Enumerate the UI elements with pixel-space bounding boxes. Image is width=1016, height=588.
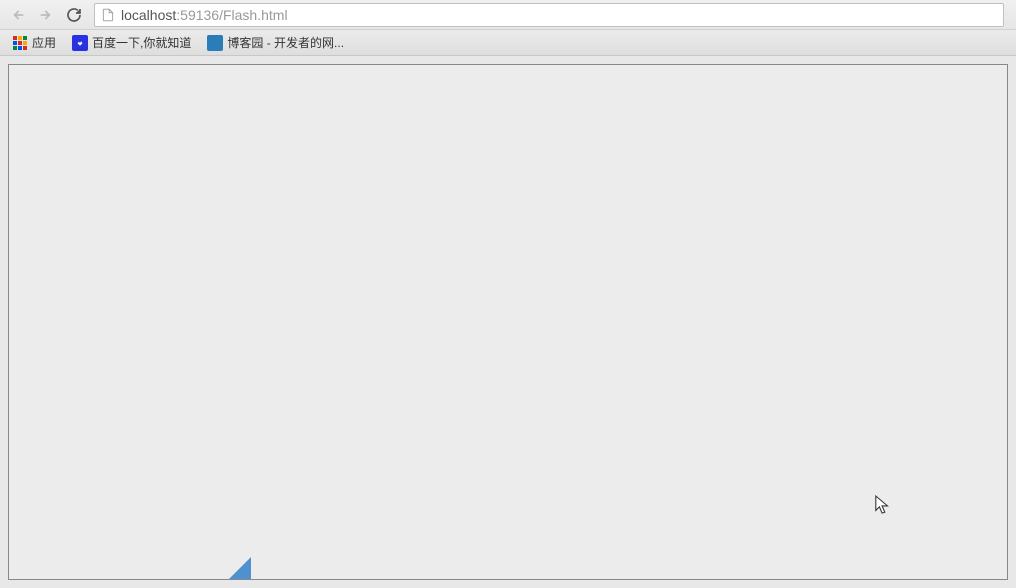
apps-grid-icon — [12, 35, 28, 51]
navigation-toolbar: localhost:59136/Flash.html — [0, 0, 1016, 30]
triangle-decoration-icon — [229, 557, 251, 579]
arrow-left-icon — [10, 7, 26, 23]
url-host: localhost — [121, 7, 176, 23]
bookmark-label: 博客园 - 开发者的网... — [227, 34, 344, 51]
forward-button[interactable] — [34, 3, 58, 27]
bookmark-label: 百度一下,你就知道 — [92, 34, 191, 51]
apps-bookmark[interactable]: 应用 — [6, 32, 62, 53]
page-content-area — [0, 56, 1016, 588]
address-bar[interactable]: localhost:59136/Flash.html — [94, 3, 1004, 27]
reload-button[interactable] — [62, 3, 86, 27]
page-icon — [101, 8, 115, 22]
bookmark-cnblogs[interactable]: 博客园 - 开发者的网... — [201, 32, 350, 53]
url-path: :59136/Flash.html — [176, 7, 287, 23]
bookmark-baidu[interactable]: 百度一下,你就知道 — [66, 32, 197, 53]
apps-label: 应用 — [32, 34, 56, 51]
url-text: localhost:59136/Flash.html — [121, 7, 288, 23]
baidu-favicon-icon — [72, 35, 88, 51]
reload-icon — [66, 7, 82, 23]
flash-content-frame[interactable] — [8, 64, 1008, 580]
bookmarks-bar: 应用 百度一下,你就知道 博客园 - 开发者的网... — [0, 30, 1016, 56]
cnblogs-favicon-icon — [207, 35, 223, 51]
back-button[interactable] — [6, 3, 30, 27]
arrow-right-icon — [38, 7, 54, 23]
